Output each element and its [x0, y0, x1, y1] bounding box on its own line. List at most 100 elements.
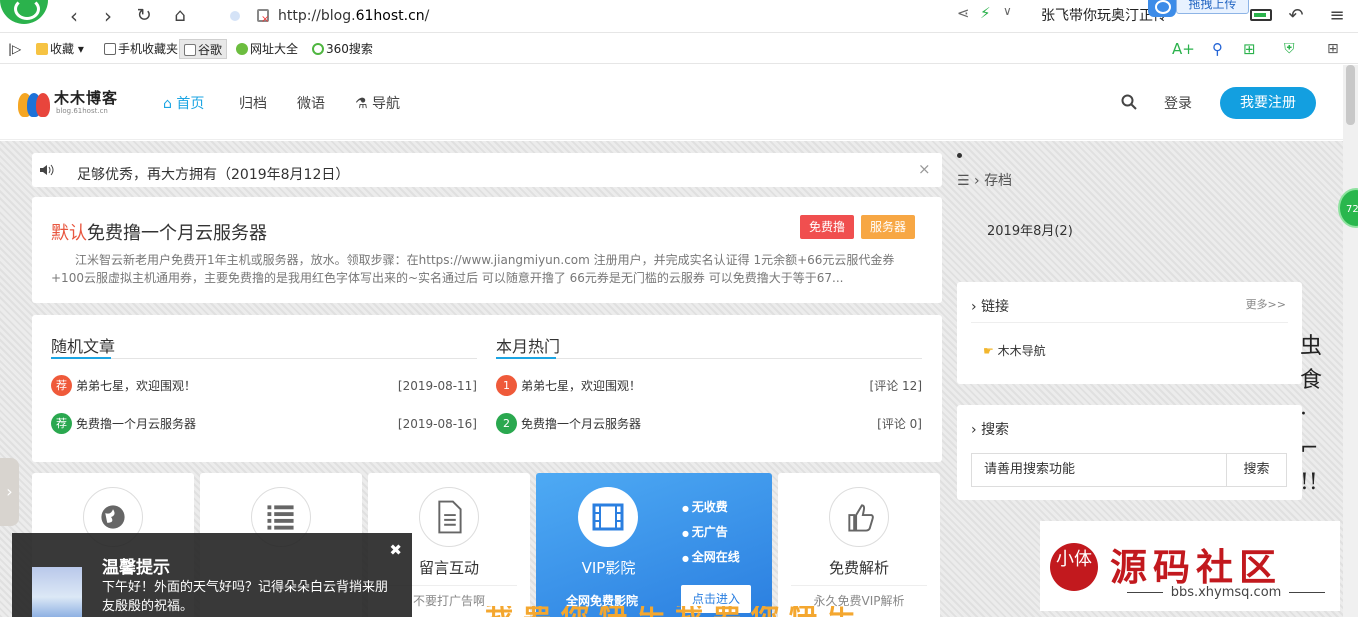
notice-bar: 足够优秀，再大方拥有（2019年8月12日） ×	[32, 153, 942, 187]
site-header: 木木博客 blog.61host.cn ⌂ 首页 归档 微语 ⚗ 导航 登录 我…	[0, 65, 1343, 140]
game-icon[interactable]: ⊞	[1243, 39, 1256, 59]
tag-server[interactable]: 服务器	[861, 215, 916, 239]
feature-name: 免费解析	[828, 559, 889, 577]
list-item[interactable]: 1 弟弟七星，欢迎围观！ [评论 12]	[496, 375, 922, 397]
globe-icon	[236, 43, 248, 55]
sidebar-toggle-icon[interactable]: |▷	[8, 39, 21, 59]
browser-logo-icon[interactable]	[0, 0, 48, 24]
address-bar[interactable]: http://blog.61host.cn/	[224, 4, 944, 32]
chevron-down-icon[interactable]: ∨	[1003, 4, 1012, 18]
share-icon[interactable]: ⋖	[957, 4, 970, 22]
menu-item-home[interactable]: ⌂ 首页	[163, 93, 204, 113]
search-icon[interactable]	[1121, 94, 1137, 110]
document-icon	[419, 487, 479, 547]
insecure-lock-icon[interactable]	[257, 8, 269, 32]
side-expand-tab[interactable]: ›	[0, 458, 19, 526]
list-item-title[interactable]: 弟弟七星，欢迎围观！	[521, 375, 641, 397]
links-title: › 链接	[971, 299, 1010, 315]
feature-tile-parse[interactable]: 免费解析 永久免费VIP解析	[778, 473, 940, 617]
list-icon: ☰ ›	[957, 173, 985, 189]
list-item[interactable]: 荐 免费撸一个月云服务器 [2019-08-16]	[51, 413, 477, 435]
logo-mark-icon	[18, 89, 50, 117]
feature-tile-vip[interactable]: VIP影院 无收费 无广告 全网在线 全网免费影院 点击进入	[536, 473, 772, 617]
search-widget: › 搜索 请善用搜索功能 搜索	[957, 405, 1302, 500]
toast-image	[32, 567, 82, 617]
url-text: http://blog.61host.cn/	[278, 8, 430, 24]
home-icon: ⌂	[163, 96, 177, 112]
watermark: 小体 源码社区 bbs.xhymsq.com	[1040, 521, 1340, 611]
search-360-icon	[312, 43, 324, 55]
page-scrollbar[interactable]	[1343, 65, 1358, 617]
recommend-badge: 荐	[51, 413, 72, 434]
menu-icon[interactable]: ≡	[1325, 4, 1349, 28]
hand-icon: ☛	[983, 344, 998, 358]
forward-icon[interactable]: ›	[96, 4, 120, 28]
post-card: 默认免费撸一个月云服务器 免费撸 服务器 江米智云新老用户免费开1年主机或服务器…	[32, 197, 942, 303]
refresh-icon[interactable]: ↻	[132, 4, 156, 28]
bookmark-favorites[interactable]: 收藏 ▾	[36, 39, 84, 59]
speed-mode-icon[interactable]: ⚡	[980, 4, 991, 22]
speaker-icon	[40, 164, 54, 176]
toast-title: 温馨提示	[102, 558, 170, 578]
home-icon[interactable]: ⌂	[168, 4, 192, 28]
drag-upload-button[interactable]: 拖拽上传	[1176, 0, 1249, 14]
flask-icon: ⚗	[355, 96, 373, 112]
list-item-title[interactable]: 免费撸一个月云服务器	[521, 413, 641, 435]
phone-icon	[104, 43, 116, 55]
bottom-decoration: 我要你快乐我要你快乐	[485, 606, 865, 617]
bookmark-sites[interactable]: 网址大全	[236, 39, 298, 59]
vip-bullet: 全网在线	[682, 548, 740, 565]
random-title: 随机文章	[51, 333, 477, 359]
rank-badge: 1	[496, 375, 517, 396]
apps-grid-icon[interactable]: ⊞	[1327, 39, 1339, 59]
shield-icon[interactable]: ⛨	[1284, 39, 1295, 59]
recommend-badge: 荐	[51, 375, 72, 396]
battery-icon	[1250, 9, 1272, 21]
back-icon[interactable]: ‹	[62, 4, 86, 28]
bookmark-google[interactable]: 谷歌	[179, 39, 228, 59]
list-item[interactable]: 荐 弟弟七星，欢迎围观！ [2019-08-11]	[51, 375, 477, 397]
search-button[interactable]: 搜索	[1227, 453, 1287, 487]
logo-subtitle: blog.61host.cn	[56, 107, 108, 115]
link-item[interactable]: ☛ 木木导航	[983, 342, 1046, 359]
list-item[interactable]: 2 免费撸一个月云服务器 [评论 0]	[496, 413, 922, 435]
list-item-date: [2019-08-11]	[397, 379, 477, 393]
watermark-text: 源码社区	[1110, 545, 1282, 589]
list-item-title[interactable]: 免费撸一个月云服务器	[76, 413, 196, 435]
watermark-url: bbs.xhymsq.com	[1110, 585, 1342, 600]
close-icon[interactable]: ×	[918, 160, 931, 178]
site-logo[interactable]: 木木博客 blog.61host.cn	[18, 87, 118, 119]
bookmarks-bar: |▷ 收藏 ▾ 手机收藏夹 谷歌 网址大全 360搜索 A+ ⚲ ⊞ ⛨ ⊞	[0, 34, 1358, 64]
list-item-title[interactable]: 弟弟七星，欢迎围观！	[76, 375, 196, 397]
bookmark-mobile[interactable]: 手机收藏夹	[104, 39, 178, 59]
menu-item-nav[interactable]: ⚗ 导航	[355, 93, 400, 113]
list-item-date: [2019-08-16]	[397, 417, 477, 431]
vip-bullet: 无收费	[682, 498, 728, 515]
tag-free[interactable]: 免费撸	[800, 215, 855, 239]
post-title[interactable]: 默认免费撸一个月云服务器	[51, 219, 267, 245]
more-link[interactable]: 更多>>	[1246, 296, 1286, 312]
login-link[interactable]: 登录	[1164, 93, 1192, 113]
svg-text:小体: 小体	[1056, 549, 1092, 570]
feature-name: VIP影院	[581, 559, 636, 577]
search-input[interactable]: 请善用搜索功能	[971, 453, 1227, 487]
scrollbar-thumb[interactable]	[1346, 65, 1355, 125]
translate-icon[interactable]: A+	[1172, 39, 1195, 59]
browser-toolbar: ‹ › ↻ ⌂ http://blog.61host.cn/ ⋖ ⚡ ∨ 张飞带…	[0, 0, 1358, 33]
bullet-dot	[957, 153, 962, 158]
magnifier-icon[interactable]: ⚲	[1212, 39, 1223, 59]
thumbs-up-icon	[829, 487, 889, 547]
list-item-comments: [评论 12]	[869, 379, 922, 393]
register-button[interactable]: 我要注册	[1220, 87, 1316, 119]
welcome-toast: 温馨提示 下午好！外面的天气好吗？记得朵朵白云背捎来朋友殷殷的祝福。 ✖	[12, 533, 412, 617]
close-icon[interactable]: ✖	[389, 541, 402, 559]
bookmark-360search[interactable]: 360搜索	[312, 39, 373, 59]
archive-item[interactable]: 2019年8月(2)	[987, 220, 1073, 239]
cloud-upload-icon[interactable]	[1148, 0, 1176, 17]
undo-icon[interactable]: ↶	[1284, 4, 1308, 28]
menu-item-archive[interactable]: 归档	[239, 93, 267, 113]
post-category[interactable]: 默认	[51, 223, 87, 244]
menu-item-weiyu[interactable]: 微语	[297, 93, 325, 113]
toast-message: 下午好！外面的天气好吗？记得朵朵白云背捎来朋友殷殷的祝福。	[102, 580, 389, 614]
page-icon	[184, 44, 196, 56]
